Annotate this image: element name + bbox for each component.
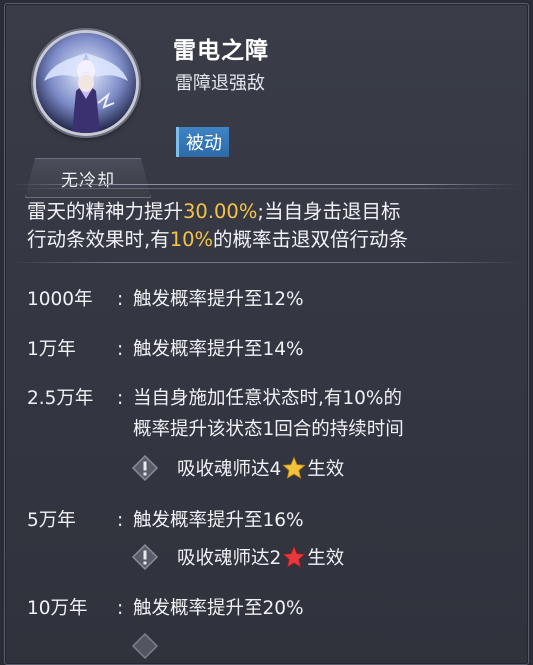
tier-requirement: 吸收魂师达4 生效 (131, 454, 344, 482)
tier-text: 触发概率提升至14% (133, 339, 304, 360)
tier-text: 当自身施加任意状态时,有10%的 (133, 388, 403, 409)
tier-text-continued: 概率提升该状态1回合的持续时间 (133, 419, 404, 440)
skill-name: 雷电之障 (173, 38, 269, 64)
tier-row: 2.5万年: 当自身施加任意状态时,有10%的 (27, 384, 402, 410)
requirement-suffix: 生效 (307, 459, 345, 480)
desc-text: 的概率击退双倍行动条 (213, 228, 409, 251)
divider (10, 262, 520, 263)
tier-colon: : (117, 339, 124, 360)
warning-icon (131, 454, 159, 482)
tier-colon: : (117, 598, 124, 619)
tier-text: 触发概率提升至12% (133, 289, 304, 310)
desc-highlight-value: 30.00% (183, 200, 258, 223)
tier-requirement-cut-off (131, 632, 177, 660)
tier-level: 1万年 (27, 339, 76, 360)
skill-description: 雷天的精神力提升30.00%;当自身击退目标 行动条效果时,有10%的概率击退双… (27, 198, 507, 254)
requirement-text: 吸收魂师达2 (177, 548, 282, 569)
description-line-2: 行动条效果时,有10%的概率击退双倍行动条 (27, 226, 507, 254)
requirement-suffix: 生效 (307, 548, 345, 569)
desc-text: 行动条效果时,有 (27, 228, 170, 251)
cooldown-badge: 无冷却 (25, 158, 151, 198)
tier-colon: : (117, 510, 124, 531)
tier-row: 5万年: 触发概率提升至16% (27, 506, 304, 532)
tier-colon: : (117, 388, 124, 409)
desc-highlight-value: 10% (169, 228, 214, 251)
requirement-text: 吸收魂师达4 (177, 459, 282, 480)
star-icon (282, 545, 306, 568)
tier-row: 10万年: 触发概率提升至20% (27, 594, 304, 620)
tier-level: 2.5万年 (27, 388, 94, 409)
tier-row: 1万年: 触发概率提升至14% (27, 335, 304, 361)
divider (10, 184, 520, 185)
divider (10, 188, 520, 189)
skill-icon (33, 30, 139, 136)
skill-type-tag: 被动 (176, 127, 229, 157)
tier-text: 触发概率提升至20% (133, 598, 304, 619)
tier-level: 10万年 (27, 598, 88, 619)
tier-requirement: 吸收魂师达2 生效 (131, 543, 344, 571)
tier-row: 1000年: 触发概率提升至12% (27, 285, 304, 311)
tier-text: 触发概率提升至16% (133, 510, 304, 531)
warning-icon (131, 543, 159, 571)
desc-text: ;当自身击退目标 (257, 200, 401, 223)
tier-colon: : (117, 289, 124, 310)
description-line-1: 雷天的精神力提升30.00%;当自身击退目标 (27, 198, 507, 226)
skill-portrait: 无冷却 (25, 22, 151, 198)
warning-icon (131, 632, 159, 660)
desc-text: 雷天的精神力提升 (27, 200, 184, 223)
tier-level: 1000年 (27, 289, 93, 310)
skill-subtitle: 雷障退强敌 (175, 73, 265, 94)
tier-level: 5万年 (27, 510, 76, 531)
star-icon (282, 456, 306, 479)
